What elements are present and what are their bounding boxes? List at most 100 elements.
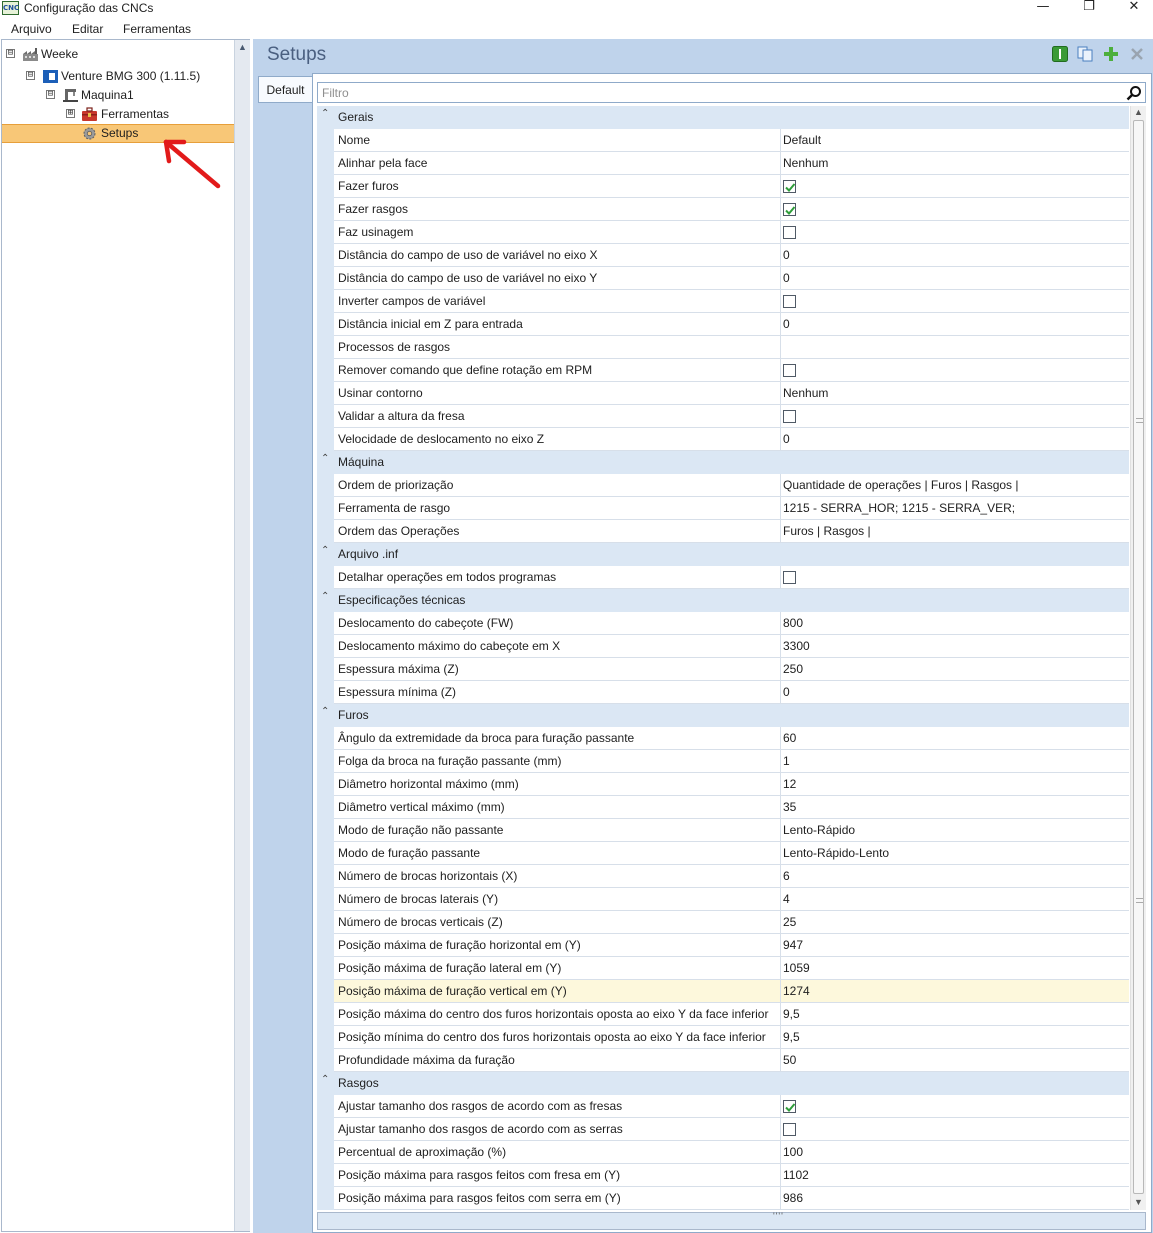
property-value[interactable]: 50 xyxy=(781,1049,1129,1072)
category-header[interactable]: ⌃ Furos xyxy=(317,704,1129,727)
property-row[interactable]: Validar a altura da fresa xyxy=(317,405,1129,428)
property-row[interactable]: Ordem de priorização Quantidade de operaç… xyxy=(317,474,1129,497)
property-value[interactable]: 0 xyxy=(781,267,1129,290)
property-value[interactable] xyxy=(781,221,1129,244)
scroll-thumb[interactable] xyxy=(1133,120,1144,1194)
checkbox-unchecked[interactable] xyxy=(783,571,796,584)
category-header[interactable]: ⌃ Máquina xyxy=(317,451,1129,474)
property-value[interactable]: 6 xyxy=(781,865,1129,888)
property-row[interactable]: Modo de furação não passante Lento-Rápido xyxy=(317,819,1129,842)
property-row[interactable]: Posição máxima para rasgos feitos com se… xyxy=(317,1187,1129,1210)
property-row[interactable]: Número de brocas horizontais (X) 6 xyxy=(317,865,1129,888)
property-value[interactable]: 3300 xyxy=(781,635,1129,658)
property-value[interactable]: 986 xyxy=(781,1187,1129,1210)
property-value[interactable]: Nenhum xyxy=(781,382,1129,405)
property-value[interactable]: Lento-Rápido xyxy=(781,819,1129,842)
close-button[interactable]: ✕ xyxy=(1111,0,1153,16)
property-value[interactable]: Lento-Rápido-Lento xyxy=(781,842,1129,865)
property-value[interactable] xyxy=(781,290,1129,313)
delete-icon[interactable] xyxy=(1129,46,1145,62)
property-row[interactable]: Percentual de aproximação (%) 100 xyxy=(317,1141,1129,1164)
property-row[interactable]: Posição mínima do centro dos furos horiz… xyxy=(317,1026,1129,1049)
property-row[interactable]: Folga da broca na furação passante (mm) 1 xyxy=(317,750,1129,773)
minimize-button[interactable]: — xyxy=(1020,0,1066,16)
property-row[interactable]: Inverter campos de variável xyxy=(317,290,1129,313)
property-value[interactable]: 60 xyxy=(781,727,1129,750)
property-value[interactable]: 12 xyxy=(781,773,1129,796)
copy-icon[interactable] xyxy=(1077,46,1093,62)
checkbox-unchecked[interactable] xyxy=(783,1123,796,1136)
collapse-icon[interactable]: ⊟ xyxy=(6,49,15,58)
property-row[interactable]: Usinar contorno Nenhum xyxy=(317,382,1129,405)
property-row[interactable]: Número de brocas verticais (Z) 25 xyxy=(317,911,1129,934)
property-row[interactable]: Ferramenta de rasgo 1215 - SERRA_HOR; 121… xyxy=(317,497,1129,520)
category-header[interactable]: ⌃ Gerais xyxy=(317,106,1129,129)
checkbox-checked[interactable] xyxy=(783,180,796,193)
tab-default[interactable]: Default xyxy=(258,76,312,103)
property-row[interactable]: Detalhar operações em todos programas xyxy=(317,566,1129,589)
property-row[interactable]: Posição máxima do centro dos furos horiz… xyxy=(317,1003,1129,1026)
property-row[interactable]: Processos de rasgos xyxy=(317,336,1129,359)
property-row[interactable]: Número de brocas laterais (Y) 4 xyxy=(317,888,1129,911)
property-value[interactable]: 25 xyxy=(781,911,1129,934)
property-value[interactable] xyxy=(781,359,1129,382)
property-row[interactable]: Remover comando que define rotação em RP… xyxy=(317,359,1129,382)
property-row[interactable]: Faz usinagem xyxy=(317,221,1129,244)
property-value[interactable]: 0 xyxy=(781,428,1129,451)
property-value[interactable]: Nenhum xyxy=(781,152,1129,175)
tree-item-maquina1[interactable]: ⊟ Maquina1 xyxy=(2,86,234,105)
property-row[interactable]: Ordem das Operações Furos | Rasgos | xyxy=(317,520,1129,543)
search-icon[interactable] xyxy=(1126,85,1142,101)
expand-icon[interactable]: ⊞ xyxy=(66,109,75,118)
property-row[interactable]: Modo de furação passante Lento-Rápido-Len… xyxy=(317,842,1129,865)
property-value[interactable]: 1274 xyxy=(781,980,1129,1003)
property-value[interactable]: Quantidade de operações | Furos | Rasgos… xyxy=(781,474,1129,497)
property-value[interactable] xyxy=(781,198,1129,221)
property-row[interactable]: Diâmetro vertical máximo (mm) 35 xyxy=(317,796,1129,819)
add-icon[interactable] xyxy=(1103,46,1119,62)
property-value[interactable] xyxy=(781,1095,1129,1118)
filter-input[interactable]: Filtro xyxy=(317,82,1146,103)
collapse-chevron-icon[interactable]: ⌃ xyxy=(321,591,329,602)
collapse-chevron-icon[interactable]: ⌃ xyxy=(321,545,329,556)
scroll-down-icon[interactable]: ▼ xyxy=(1134,1197,1143,1207)
property-row[interactable]: Fazer furos xyxy=(317,175,1129,198)
menu-ferramentas[interactable]: Ferramentas xyxy=(123,21,191,37)
collapse-icon[interactable]: ⊟ xyxy=(46,90,55,99)
property-value[interactable]: 800 xyxy=(781,612,1129,635)
collapse-chevron-icon[interactable]: ⌃ xyxy=(321,453,329,464)
property-value[interactable]: 4 xyxy=(781,888,1129,911)
checkbox-unchecked[interactable] xyxy=(783,364,796,377)
description-splitter[interactable]: '''' xyxy=(317,1211,1146,1230)
property-value[interactable]: 35 xyxy=(781,796,1129,819)
property-row[interactable]: Ajustar tamanho dos rasgos de acordo com… xyxy=(317,1095,1129,1118)
property-row[interactable]: Deslocamento máximo do cabeçote em X 3300 xyxy=(317,635,1129,658)
property-row[interactable]: Espessura mínima (Z) 0 xyxy=(317,681,1129,704)
property-value[interactable]: 0 xyxy=(781,244,1129,267)
property-row[interactable]: Alinhar pela face Nenhum xyxy=(317,152,1129,175)
property-row[interactable]: Fazer rasgos xyxy=(317,198,1129,221)
property-value[interactable]: 947 xyxy=(781,934,1129,957)
grid-scrollbar[interactable]: ▲ ▼ xyxy=(1130,106,1146,1210)
property-row[interactable]: Ajustar tamanho dos rasgos de acordo com… xyxy=(317,1118,1129,1141)
property-value[interactable]: Furos | Rasgos | xyxy=(781,520,1129,543)
property-value[interactable]: 9,5 xyxy=(781,1003,1129,1026)
scroll-up-icon[interactable]: ▲ xyxy=(1134,107,1143,117)
property-value[interactable]: 9,5 xyxy=(781,1026,1129,1049)
tree-item-venture[interactable]: ⊟ Venture BMG 300 (1.11.5) xyxy=(2,67,234,86)
property-value[interactable] xyxy=(781,175,1129,198)
category-header[interactable]: ⌃ Especificações técnicas xyxy=(317,589,1129,612)
property-value[interactable]: 100 xyxy=(781,1141,1129,1164)
property-row[interactable]: Ângulo da extremidade da broca para fura… xyxy=(317,727,1129,750)
property-value[interactable]: 1 xyxy=(781,750,1129,773)
property-value[interactable]: 0 xyxy=(781,313,1129,336)
tree-item-weeke[interactable]: ⊟ Weeke xyxy=(2,45,234,64)
property-value[interactable]: 0 xyxy=(781,681,1129,704)
tree-scrollbar[interactable]: ▲ xyxy=(234,40,250,1231)
menu-arquivo[interactable]: Arquivo xyxy=(11,21,52,37)
property-value[interactable] xyxy=(781,336,1129,359)
checkbox-unchecked[interactable] xyxy=(783,295,796,308)
property-row[interactable]: Deslocamento do cabeçote (FW) 800 xyxy=(317,612,1129,635)
collapse-chevron-icon[interactable]: ⌃ xyxy=(321,706,329,717)
property-value[interactable] xyxy=(781,1118,1129,1141)
